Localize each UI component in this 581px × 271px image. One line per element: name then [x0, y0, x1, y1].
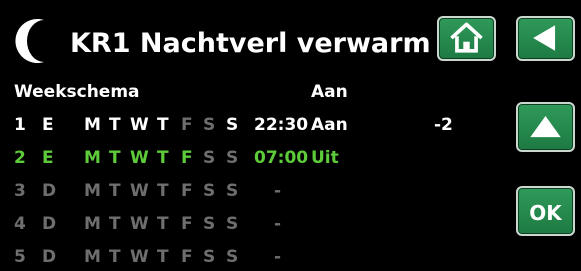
- day-mon: M: [84, 148, 101, 168]
- row-state: Aan: [311, 115, 348, 135]
- row-time: -: [274, 247, 282, 267]
- row-time: -: [274, 181, 282, 201]
- day-thu: T: [157, 181, 169, 201]
- day-sat: S: [203, 214, 216, 234]
- day-sun: S: [226, 148, 239, 168]
- row-mode: D: [42, 214, 57, 234]
- row-number: 5: [14, 247, 26, 267]
- day-tue: T: [109, 181, 121, 201]
- day-thu: T: [157, 247, 169, 267]
- row-mode: E: [42, 148, 54, 168]
- row-number: 4: [14, 214, 26, 234]
- schedule-column-header: Weekschema: [14, 82, 140, 102]
- day-sat: S: [203, 181, 216, 201]
- day-sun: S: [226, 214, 239, 234]
- day-wed: W: [130, 214, 149, 234]
- day-tue: T: [109, 148, 121, 168]
- schedule-row-4[interactable]: 4 D M T W T F S S -: [0, 214, 500, 238]
- day-wed: W: [130, 181, 149, 201]
- day-sun: S: [226, 247, 239, 267]
- day-wed: W: [130, 148, 149, 168]
- day-fri: F: [181, 214, 193, 234]
- row-state: Uit: [311, 148, 339, 168]
- schedule-row-2[interactable]: 2 E M T W T F S S 07:00 Uit: [0, 148, 500, 172]
- day-sat: S: [203, 115, 216, 135]
- back-button[interactable]: [516, 16, 575, 61]
- row-mode: E: [42, 115, 54, 135]
- row-time: 22:30: [254, 115, 309, 135]
- day-sun: S: [226, 115, 239, 135]
- scroll-up-button[interactable]: [516, 102, 575, 152]
- ok-label: OK: [529, 201, 562, 225]
- row-time: -: [274, 214, 282, 234]
- day-fri: F: [181, 181, 193, 201]
- day-mon: M: [84, 247, 101, 267]
- home-icon: [450, 22, 483, 53]
- row-number: 1: [14, 115, 26, 135]
- day-tue: T: [109, 214, 121, 234]
- day-mon: M: [84, 181, 101, 201]
- state-column-header: Aan: [311, 82, 348, 102]
- row-number: 2: [14, 148, 26, 168]
- day-fri: F: [181, 115, 193, 135]
- day-sun: S: [226, 181, 239, 201]
- day-thu: T: [157, 214, 169, 234]
- day-sat: S: [203, 247, 216, 267]
- row-time: 07:00: [254, 148, 309, 168]
- back-arrow-icon: [533, 25, 556, 51]
- up-arrow-icon: [530, 115, 561, 138]
- home-button[interactable]: [437, 16, 496, 61]
- day-fri: F: [181, 247, 193, 267]
- ok-button[interactable]: OK: [516, 186, 575, 236]
- row-offset: -2: [434, 115, 453, 135]
- row-number: 3: [14, 181, 26, 201]
- day-fri: F: [181, 148, 193, 168]
- day-thu: T: [157, 148, 169, 168]
- day-thu: T: [157, 115, 169, 135]
- row-mode: D: [42, 181, 57, 201]
- schedule-row-3[interactable]: 3 D M T W T F S S -: [0, 181, 500, 205]
- day-tue: T: [109, 247, 121, 267]
- page-title: KR1 Nachtverl verwarm X: [70, 28, 461, 59]
- schedule-row-5[interactable]: 5 D M T W T F S S -: [0, 247, 500, 271]
- schedule-row-1[interactable]: 1 E M T W T F S S 22:30 Aan -2: [0, 115, 500, 139]
- moon-icon: [15, 19, 44, 64]
- day-mon: M: [84, 214, 101, 234]
- day-mon: M: [84, 115, 101, 135]
- day-sat: S: [203, 148, 216, 168]
- day-tue: T: [109, 115, 121, 135]
- day-wed: W: [130, 247, 149, 267]
- row-mode: D: [42, 247, 57, 267]
- day-wed: W: [130, 115, 149, 135]
